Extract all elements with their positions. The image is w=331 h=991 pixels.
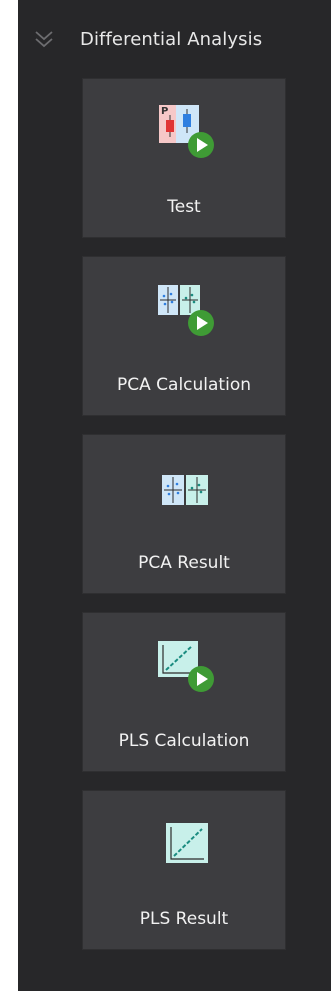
- tile-label: PLS Calculation: [118, 731, 250, 751]
- tile-label: PCA Result: [138, 553, 230, 573]
- differential-analysis-panel: Differential Analysis P Test PCA Calcula…: [18, 0, 331, 991]
- pls-result-tile[interactable]: PLS Result: [82, 790, 286, 950]
- tile-label: PLS Result: [139, 909, 229, 929]
- tile-label: Test: [167, 197, 201, 217]
- section-header[interactable]: Differential Analysis: [18, 22, 331, 58]
- pca-result-icon: [162, 475, 208, 505]
- section-title: Differential Analysis: [80, 29, 263, 50]
- pls-result-icon: [166, 823, 208, 863]
- double-chevron-down-icon[interactable]: [31, 27, 57, 53]
- test-run-icon: P: [159, 105, 214, 158]
- svg-text:P: P: [161, 106, 168, 117]
- pls-calculation-tile[interactable]: PLS Calculation: [82, 612, 286, 772]
- pls-calculation-run-icon: [158, 641, 214, 692]
- pca-result-tile[interactable]: PCA Result: [82, 434, 286, 594]
- tile-label: PCA Calculation: [117, 375, 251, 395]
- pca-calculation-run-icon: [158, 285, 214, 336]
- pca-calculation-tile[interactable]: PCA Calculation: [82, 256, 286, 416]
- test-tile[interactable]: P Test: [82, 78, 286, 238]
